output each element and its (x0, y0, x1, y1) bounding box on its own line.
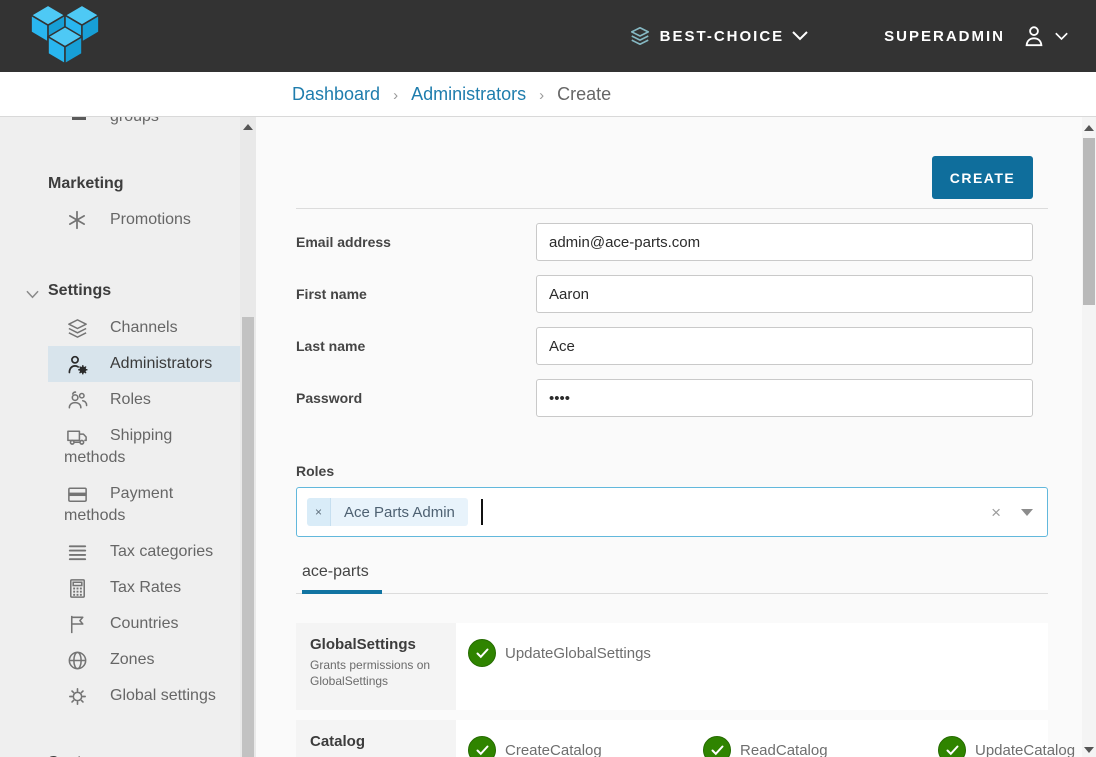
user-icon (1021, 23, 1047, 49)
sidebar-item-tax-rates[interactable]: Tax Rates (48, 570, 240, 606)
sidebar-scrollbar-thumb[interactable] (242, 317, 254, 757)
layers-icon (629, 25, 651, 47)
credit-card-icon (66, 483, 90, 507)
first-name-label: First name (296, 275, 536, 313)
roles-label: Roles (296, 463, 1048, 479)
breadcrumb-dashboard[interactable]: Dashboard (292, 84, 380, 105)
breadcrumb-separator: › (539, 85, 544, 104)
chevron-down-icon (792, 31, 808, 41)
email-label: Email address (296, 223, 536, 261)
form-row-password: Password (296, 379, 1048, 417)
channel-label: BEST-CHOICE (660, 28, 785, 45)
sidebar-item-customer-groups[interactable]: groups (48, 117, 240, 135)
password-field[interactable] (536, 379, 1033, 417)
clear-selection-icon[interactable]: × (991, 504, 1001, 521)
create-button[interactable]: CREATE (932, 156, 1033, 199)
permissions-table: GlobalSettings Grants permissions on Glo… (296, 623, 1048, 757)
chevron-down-icon (1055, 32, 1068, 41)
flag-icon (66, 613, 90, 637)
main-scrollbar[interactable] (1082, 117, 1096, 757)
breadcrumb-separator: › (393, 85, 398, 104)
sidebar-item-shipping-methods[interactable]: Shipping methods (48, 418, 240, 476)
sidebar-item-countries[interactable]: Countries (48, 606, 240, 642)
chip-remove-icon[interactable]: × (307, 498, 331, 526)
truck-icon (66, 425, 90, 449)
scroll-up-icon[interactable] (1084, 125, 1094, 131)
sidebar-item-payment-methods[interactable]: Payment methods (48, 476, 240, 534)
form-row-first-name: First name (296, 275, 1048, 313)
vendure-logo-icon (28, 5, 102, 67)
sidebar-scrollbar[interactable] (240, 117, 256, 757)
layers-icon (66, 317, 90, 341)
sidebar-item-roles[interactable]: Roles (48, 382, 240, 418)
topbar: BEST-CHOICE SUPERADMIN (0, 0, 1096, 72)
sidebar-item-global-settings[interactable]: Global settings (48, 678, 240, 714)
channel-tabs: ace-parts (296, 563, 1048, 594)
sidebar-heading-marketing: Marketing (48, 175, 240, 193)
permission-group-description: Grants permissions on GlobalSettings (310, 657, 442, 689)
toggle-updateglobalsettings[interactable]: UpdateGlobalSettings (468, 639, 703, 667)
main-scrollbar-thumb[interactable] (1083, 138, 1095, 305)
chevron-down-icon (26, 286, 39, 304)
administrator-icon (66, 353, 90, 377)
globe-icon (66, 649, 90, 673)
form-row-email: Email address (296, 223, 1048, 261)
sidebar-item-zones[interactable]: Zones (48, 642, 240, 678)
text-cursor (481, 499, 483, 525)
sidebar-item-channels[interactable]: Channels (48, 310, 240, 346)
toolbar-divider (296, 208, 1048, 209)
sidebar-group-settings[interactable]: Settings (48, 282, 240, 300)
main-content: CREATE Email address First name Last nam… (256, 117, 1096, 757)
permission-group-title: GlobalSettings (310, 636, 442, 653)
user-label: SUPERADMIN (884, 28, 1005, 45)
breadcrumb: Dashboard › Administrators › Create (0, 72, 1096, 117)
password-label: Password (296, 379, 536, 417)
role-chip-label: Ace Parts Admin (331, 498, 468, 526)
sidebar-item-administrators[interactable]: Administrators (48, 346, 240, 382)
check-icon (703, 736, 731, 757)
users-icon (66, 389, 90, 413)
toggle-updatecatalog[interactable]: UpdateCatalog (938, 736, 1075, 757)
gear-icon (66, 685, 90, 709)
sidebar-item-promotions[interactable]: Promotions (48, 202, 240, 238)
last-name-label: Last name (296, 327, 536, 365)
scroll-down-icon[interactable] (1084, 747, 1094, 753)
email-field[interactable] (536, 223, 1033, 261)
toggle-readcatalog[interactable]: ReadCatalog (703, 736, 938, 757)
permission-row-globalsettings: GlobalSettings Grants permissions on Glo… (296, 623, 1048, 710)
user-menu[interactable]: SUPERADMIN (884, 23, 1068, 49)
toggle-createcatalog[interactable]: CreateCatalog (468, 736, 703, 757)
sidebar-item-tax-categories[interactable]: Tax categories (48, 534, 240, 570)
dropdown-caret-icon[interactable] (1021, 509, 1033, 516)
role-chip: × Ace Parts Admin (307, 498, 468, 526)
calculator-icon (66, 577, 90, 601)
check-icon (938, 736, 966, 757)
breadcrumb-administrators[interactable]: Administrators (411, 84, 526, 105)
breadcrumb-create: Create (557, 84, 611, 105)
permission-group-title: Catalog (310, 733, 442, 750)
check-icon (468, 736, 496, 757)
topbar-actions: BEST-CHOICE SUPERADMIN (629, 23, 1096, 49)
scroll-up-icon[interactable] (243, 124, 253, 130)
form-row-last-name: Last name (296, 327, 1048, 365)
list-icon (66, 541, 90, 565)
sidebar: groups Marketing Promotions Settings (0, 117, 256, 757)
toolbar: CREATE (296, 117, 1048, 199)
channel-switcher[interactable]: BEST-CHOICE (629, 25, 809, 47)
first-name-field[interactable] (536, 275, 1033, 313)
permission-row-catalog: Catalog Grants permissions on Products, … (296, 720, 1048, 757)
tab-ace-parts[interactable]: ace-parts (302, 563, 382, 594)
check-icon (468, 639, 496, 667)
asterisk-icon (66, 209, 90, 233)
last-name-field[interactable] (536, 327, 1033, 365)
roles-select[interactable]: × Ace Parts Admin × (296, 487, 1048, 537)
